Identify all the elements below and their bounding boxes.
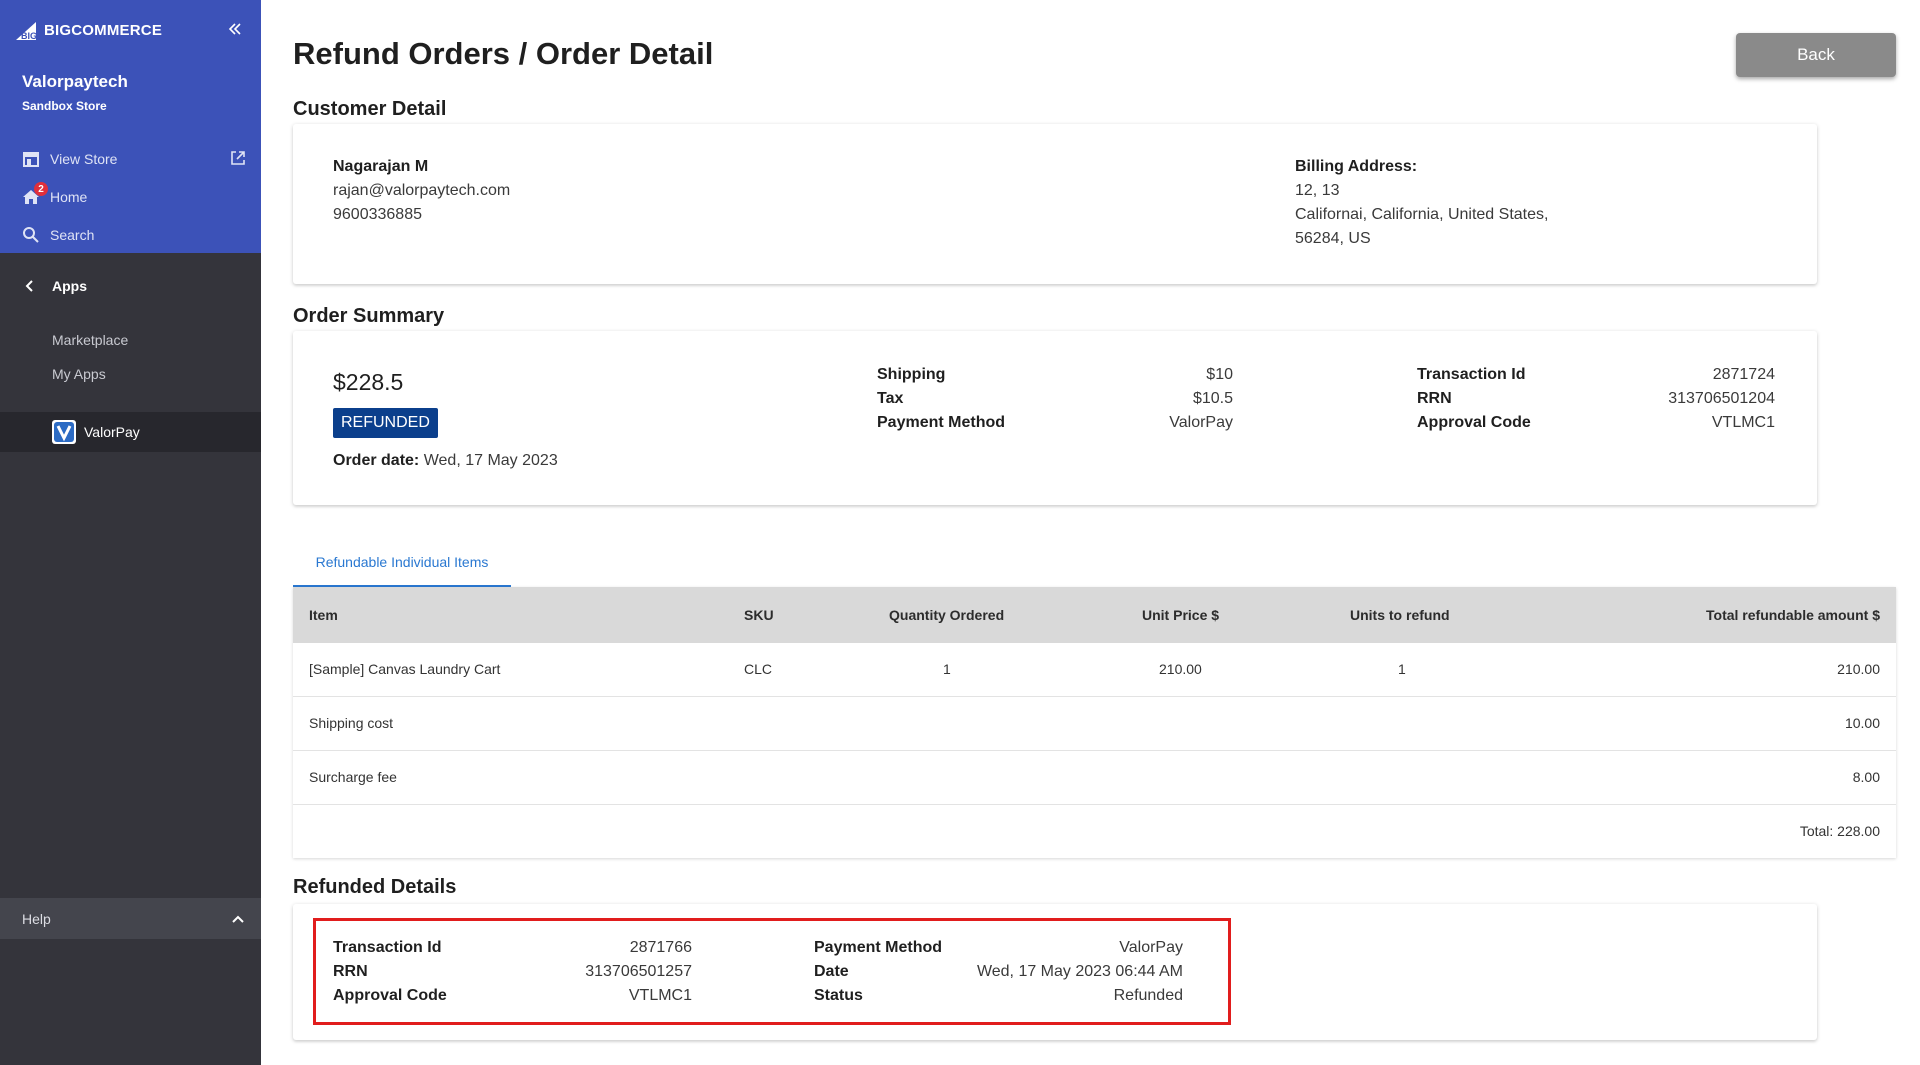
store-name: Valorpaytech	[22, 72, 128, 91]
help-toggle[interactable]: Help	[0, 898, 261, 939]
cell-quantity: 1	[943, 661, 951, 677]
sidebar-item-valorpay[interactable]: ValorPay	[0, 412, 261, 452]
billing-address-line: 12, 13	[1295, 182, 1340, 199]
sidebar-item-view-store[interactable]: View Store	[22, 150, 117, 168]
payment-method-value: ValorPay	[1169, 414, 1233, 431]
table-total-row: Total: 228.00	[293, 805, 1896, 858]
sidebar-item-marketplace[interactable]: Marketplace	[52, 332, 128, 348]
sidebar-item-search[interactable]: Search	[22, 226, 94, 244]
valorpay-label: ValorPay	[84, 424, 140, 440]
refund-details-highlight-box	[313, 918, 1231, 1025]
billing-address-line: Californai, California, United States,	[1295, 206, 1549, 223]
order-date-label: Order date:	[333, 452, 420, 469]
column-header-unit-price: Unit Price $	[1142, 607, 1220, 623]
tab-refundable-individual-items[interactable]: Refundable Individual Items	[293, 538, 511, 587]
cell-total: 210.00	[1837, 661, 1880, 677]
order-date: Order date: Wed, 17 May 2023	[333, 452, 558, 470]
cell-item: Surcharge fee	[309, 769, 397, 785]
svg-text:BIG: BIG	[21, 31, 37, 41]
customer-detail-title: Customer Detail	[293, 98, 447, 120]
cell-total: 10.00	[1844, 715, 1880, 731]
order-amount: $228.5	[333, 369, 404, 395]
transaction-id-label: Transaction Id	[1417, 366, 1526, 383]
storefront-icon	[22, 150, 40, 168]
customer-email: rajan@valorpaytech.com	[333, 182, 511, 199]
payment-method-label: Payment Method	[877, 414, 1006, 431]
cell-unit-price: 210.00	[1159, 661, 1202, 677]
approval-code-label: Approval Code	[1417, 414, 1531, 431]
chevron-up-icon	[232, 915, 244, 923]
main-content: Refund Orders / Order Detail Back Custom…	[261, 0, 1920, 1065]
shipping-value: $10	[1206, 366, 1233, 383]
column-header-sku: SKU	[744, 607, 774, 623]
home-icon: 2	[22, 182, 48, 206]
customer-phone: 9600336885	[333, 206, 422, 223]
refunded-details-title: Refunded Details	[293, 876, 457, 898]
sidebar-item-label: Search	[50, 227, 95, 243]
table-header: Item SKU Quantity Ordered Unit Price $ U…	[293, 587, 1896, 643]
bigcommerce-logo-icon: BIG	[16, 22, 37, 41]
sidebar: BIG BIGCOMMERCE Valorpaytech Sandbox Sto…	[0, 0, 261, 1065]
refund-items-table: Item SKU Quantity Ordered Unit Price $ U…	[293, 587, 1896, 858]
collapse-sidebar-icon[interactable]	[226, 20, 244, 38]
rrn-value: 313706501204	[1668, 390, 1775, 407]
help-label: Help	[22, 910, 51, 927]
rrn-label: RRN	[1417, 390, 1452, 407]
shipping-label: Shipping	[877, 366, 946, 383]
external-link-icon[interactable]	[230, 150, 246, 166]
cell-total: 8.00	[1852, 769, 1880, 785]
billing-address-label: Billing Address:	[1295, 158, 1418, 175]
transaction-id-value: 2871724	[1712, 366, 1775, 383]
order-date-value: Wed, 17 May 2023	[423, 452, 558, 469]
search-icon	[22, 226, 40, 244]
logo-text: BIGCOMMERCE	[44, 21, 163, 39]
table-total: Total: 228.00	[1799, 823, 1880, 839]
valorpay-logo-icon	[52, 420, 76, 444]
billing-address-line: 56284, US	[1295, 230, 1371, 247]
table-row: Surcharge fee 8.00	[293, 751, 1896, 805]
column-header-units-to-refund: Units to refund	[1350, 607, 1450, 623]
order-summary-title: Order Summary	[293, 305, 445, 327]
sidebar-item-home[interactable]: 2 Home	[22, 182, 88, 206]
customer-detail-card: Nagarajan M rajan@valorpaytech.com 96003…	[293, 124, 1817, 284]
sidebar-header: BIG BIGCOMMERCE Valorpaytech Sandbox Sto…	[0, 0, 261, 253]
table-row: Shipping cost 10.00	[293, 697, 1896, 751]
column-header-item: Item	[309, 607, 338, 623]
sidebar-item-my-apps[interactable]: My Apps	[52, 366, 106, 382]
status-badge: REFUNDED	[333, 408, 438, 438]
page-title: Refund Orders / Order Detail	[293, 36, 714, 71]
table-row: [Sample] Canvas Laundry Cart CLC 1 210.0…	[293, 643, 1896, 697]
sidebar-item-label: View Store	[50, 151, 118, 167]
cell-units-to-refund[interactable]: 1	[1398, 643, 1406, 696]
customer-name: Nagarajan M	[333, 158, 429, 175]
back-button[interactable]: Back	[1736, 33, 1896, 77]
bigcommerce-logo[interactable]: BIG BIGCOMMERCE	[14, 15, 162, 45]
column-header-quantity: Quantity Ordered	[889, 607, 1005, 623]
notification-badge: 2	[34, 182, 48, 196]
tax-value: $10.5	[1192, 390, 1233, 407]
column-header-total: Total refundable amount $	[1706, 607, 1880, 623]
apps-back-link[interactable]: Apps	[22, 278, 87, 294]
store-subtitle: Sandbox Store	[22, 99, 107, 113]
order-summary-card: $228.5 REFUNDED Order date: Wed, 17 May …	[293, 331, 1817, 505]
apps-label: Apps	[52, 278, 87, 294]
approval-code-value: VTLMC1	[1711, 414, 1775, 431]
cell-sku: CLC	[744, 661, 773, 677]
tax-label: Tax	[877, 390, 904, 407]
cell-item: [Sample] Canvas Laundry Cart	[309, 661, 501, 677]
chevron-left-icon	[25, 280, 33, 292]
cell-item: Shipping cost	[309, 715, 394, 731]
sidebar-item-label: Home	[50, 189, 88, 205]
